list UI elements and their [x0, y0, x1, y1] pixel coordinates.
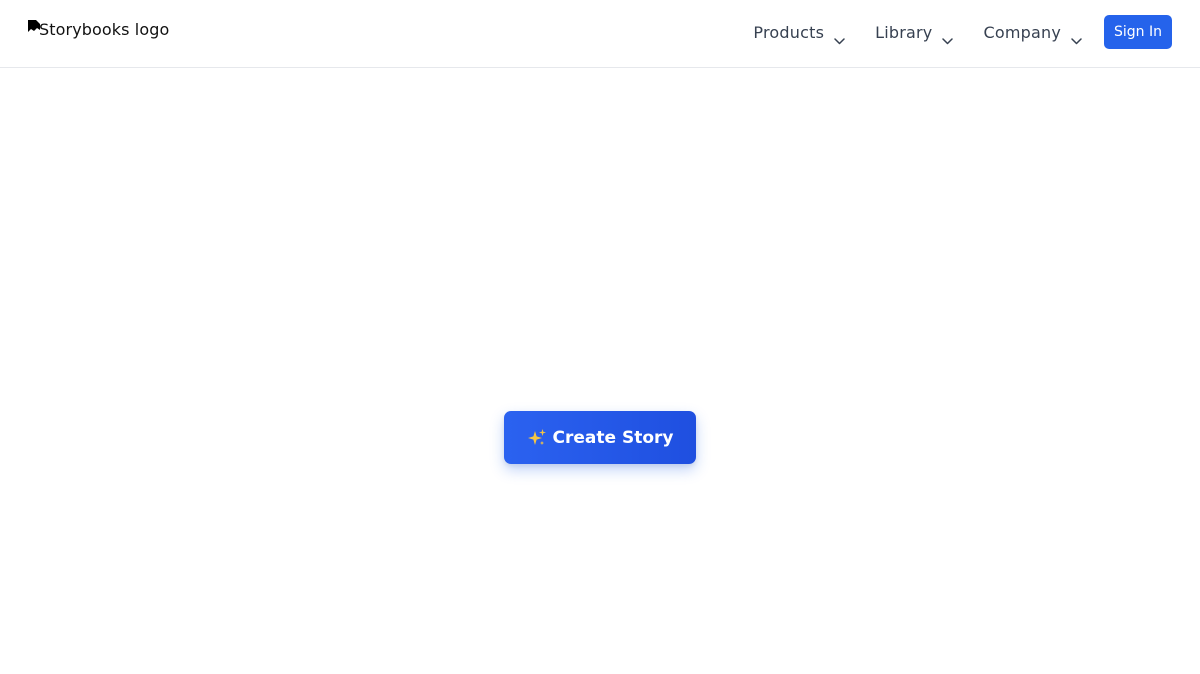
main-nav: Products Library Company Sign In [753, 0, 1172, 66]
chevron-down-icon [1071, 30, 1082, 44]
nav-item-company[interactable]: Company [983, 23, 1082, 44]
sparkles-icon [527, 428, 547, 448]
nav-item-label: Company [983, 23, 1061, 42]
logo[interactable]: Storybooks logo [28, 20, 169, 42]
create-story-label: Create Story [552, 427, 674, 448]
nav-item-products[interactable]: Products [753, 23, 845, 44]
sign-in-button[interactable]: Sign In [1104, 15, 1172, 49]
nav-item-label: Products [753, 23, 825, 42]
site-header: Storybooks logo Products Library Company… [0, 0, 1200, 68]
create-story-button[interactable]: Create Story [504, 411, 696, 464]
logo-alt-text: Storybooks logo [39, 20, 170, 39]
main-content: Create Story [0, 68, 1200, 674]
broken-image-icon [28, 19, 40, 33]
chevron-down-icon [834, 30, 845, 44]
nav-item-library[interactable]: Library [875, 23, 954, 44]
nav-item-label: Library [875, 23, 933, 42]
chevron-down-icon [942, 30, 954, 44]
